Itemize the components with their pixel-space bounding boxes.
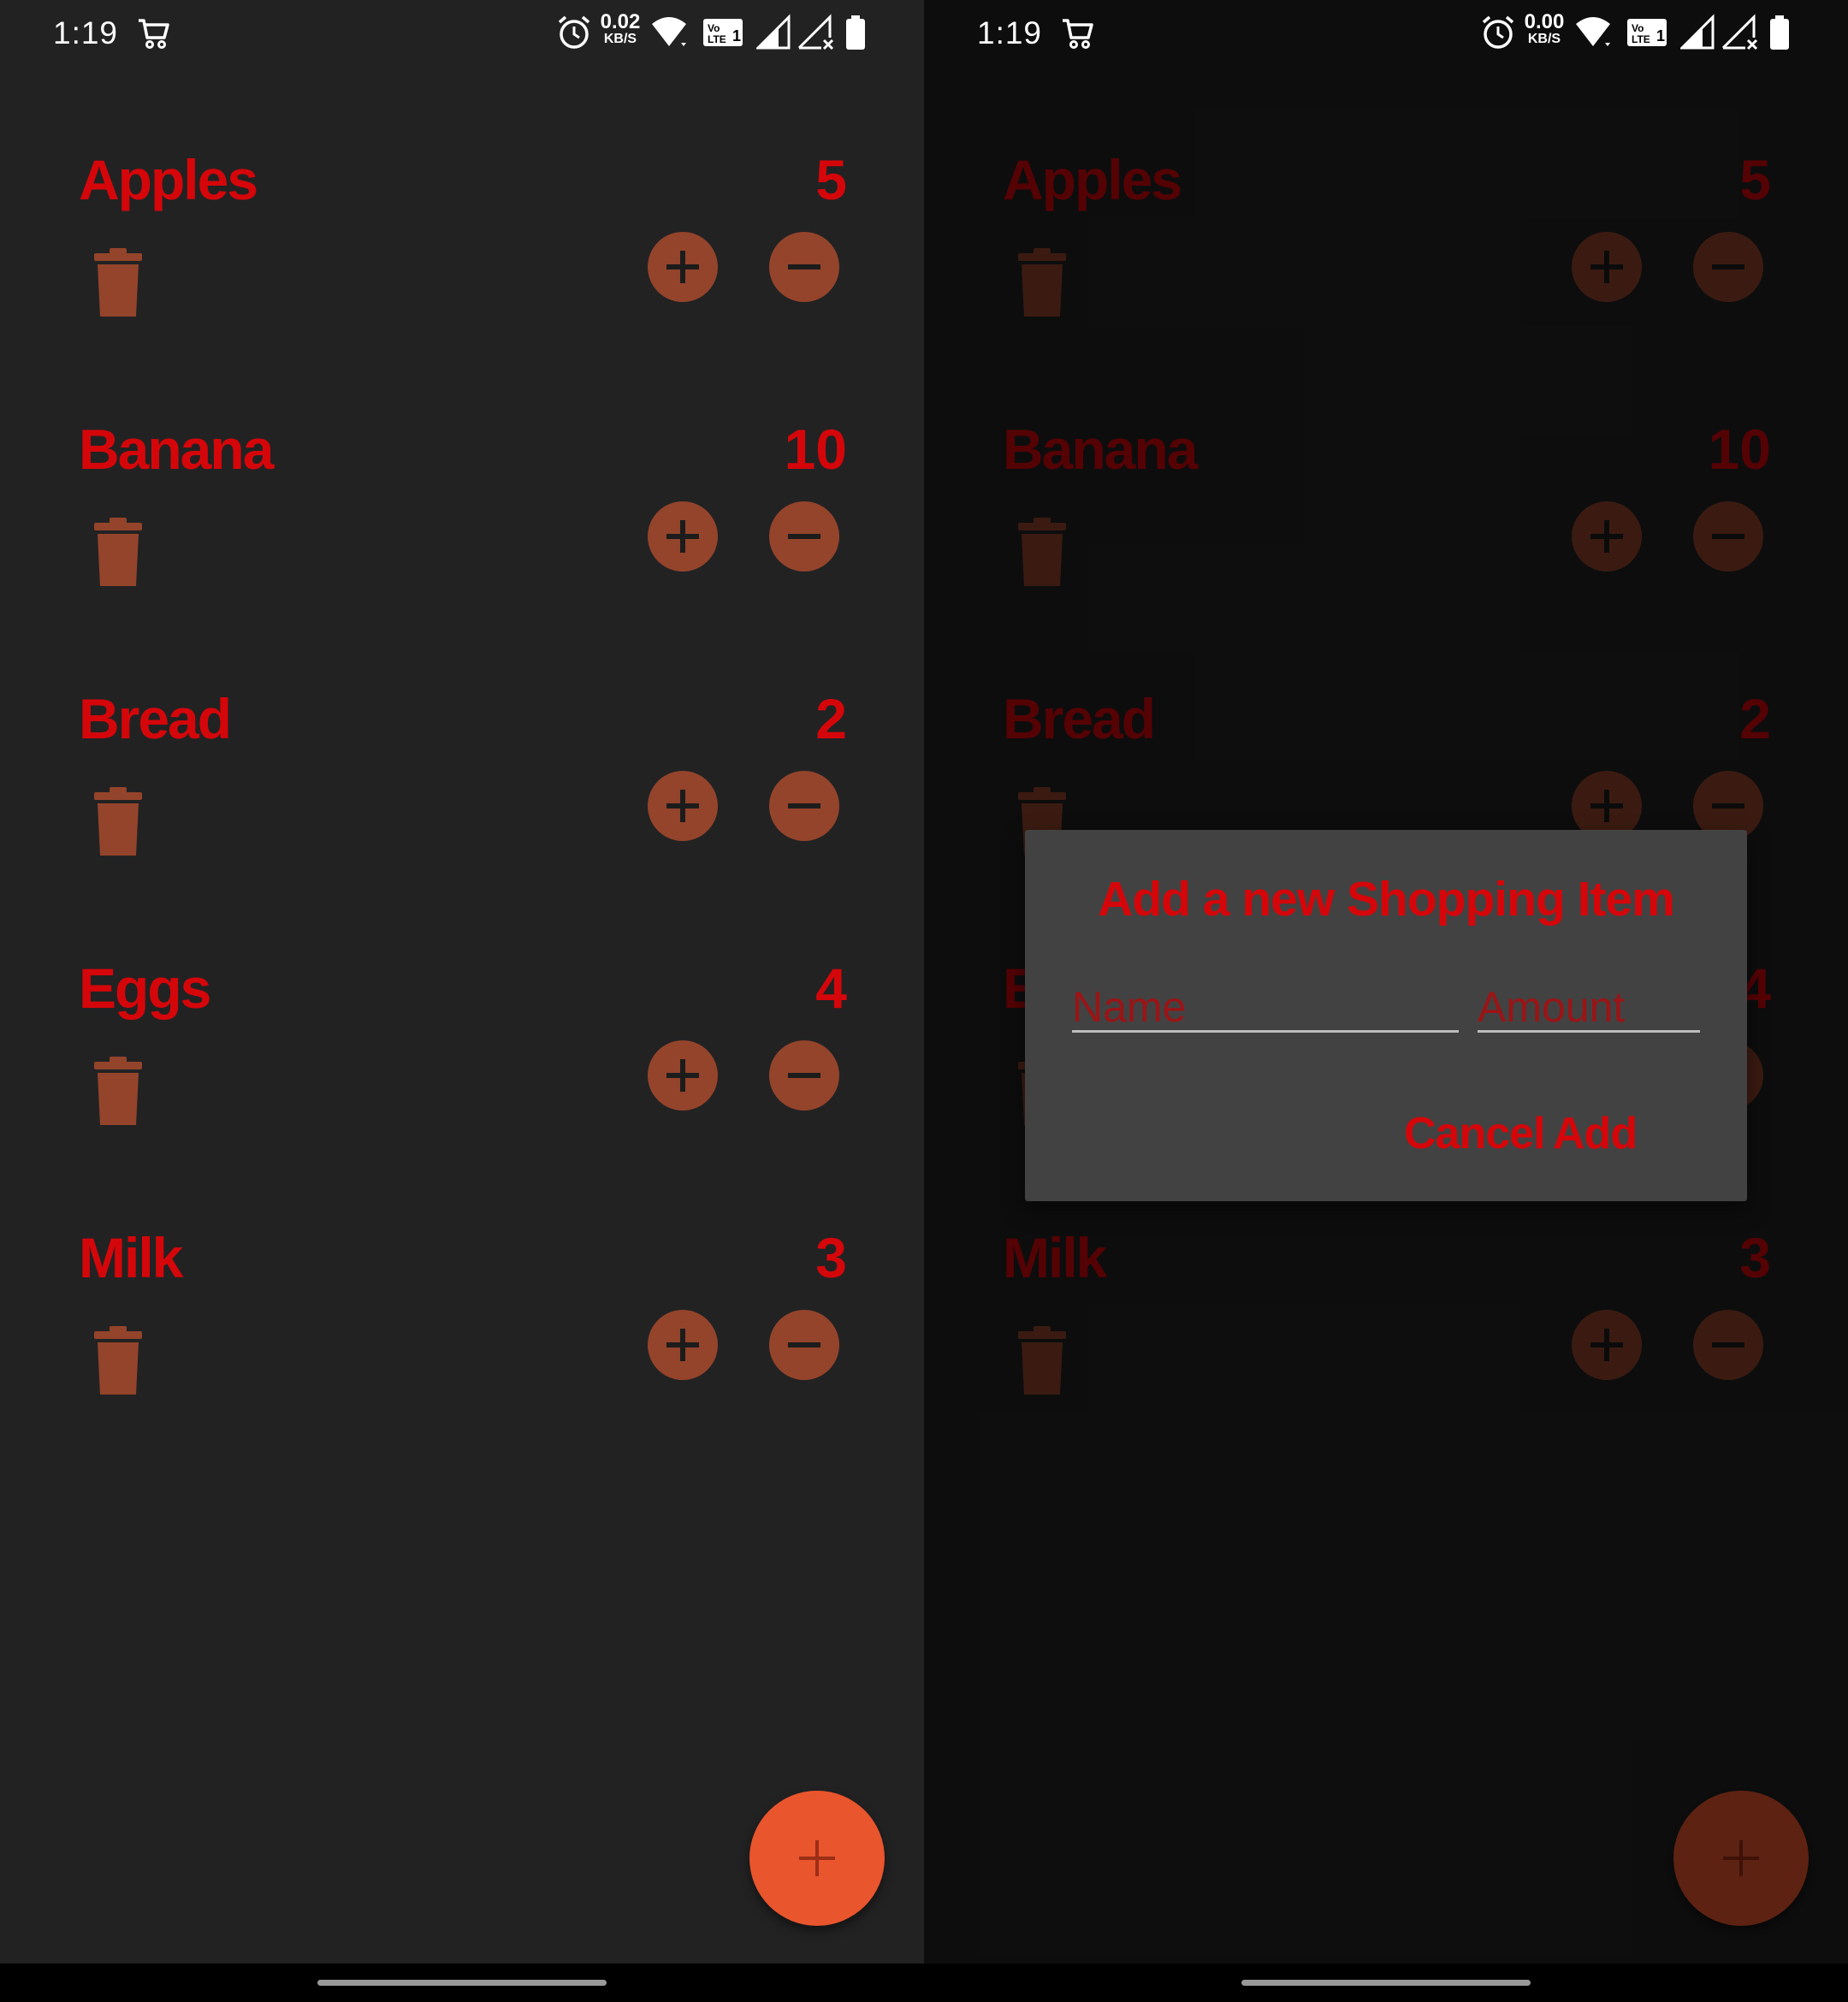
- item-name: Eggs: [79, 957, 211, 1020]
- decrease-button[interactable]: [769, 232, 839, 302]
- list-item: Apples 5: [0, 137, 924, 406]
- svg-text:LTE: LTE: [708, 33, 726, 45]
- add-item-fab[interactable]: [749, 1791, 885, 1926]
- increase-button[interactable]: [648, 1040, 718, 1111]
- alarm-icon: [1482, 15, 1514, 49]
- status-bar: 1:19 0.02 KB/S Vo LTE 1: [0, 0, 924, 68]
- add-item-dialog: Add a new Shopping Item Cancel Add: [1025, 830, 1747, 1201]
- minus-icon: [788, 803, 820, 808]
- item-amount: 3: [815, 1226, 847, 1289]
- delete-icon[interactable]: [94, 1326, 142, 1395]
- item-name: Banana: [79, 418, 274, 481]
- list-item: Milk 3: [0, 1215, 924, 1484]
- signal-icon: [1680, 14, 1715, 50]
- data-rate: 0.02 KB/S: [599, 12, 642, 46]
- svg-text:1: 1: [1656, 27, 1665, 44]
- add-button[interactable]: Add: [1553, 1108, 1638, 1159]
- data-rate-value: 0.02: [600, 10, 641, 33]
- item-name: Bread: [79, 687, 232, 750]
- home-gesture-handle[interactable]: [317, 1980, 607, 1986]
- minus-icon: [788, 264, 820, 270]
- list-item: Bread 2: [0, 676, 924, 945]
- plus-icon: [666, 251, 699, 283]
- shopping-cart-icon: [139, 19, 169, 49]
- status-time: 1:19: [977, 15, 1043, 50]
- shopping-list-screen: 1:19 0.02 KB/S Vo LTE 1 Apples 5 Banana …: [0, 0, 924, 2002]
- item-name: Milk: [79, 1226, 183, 1289]
- svg-text:Vo: Vo: [1632, 22, 1644, 34]
- item-amount: 5: [815, 148, 847, 211]
- list-item: Banana 10: [0, 406, 924, 676]
- wifi-icon: [652, 17, 686, 46]
- svg-text:Vo: Vo: [708, 22, 720, 34]
- minus-icon: [788, 534, 820, 539]
- list-item: Eggs 4: [0, 945, 924, 1215]
- increase-button[interactable]: [648, 1310, 718, 1380]
- volte-icon: Vo LTE 1: [1627, 19, 1667, 46]
- status-bar: 1:19 0.00 KB/S Vo LTE 1: [924, 0, 1848, 68]
- decrease-button[interactable]: [769, 1310, 839, 1380]
- navigation-bar: [0, 1964, 924, 2002]
- alarm-icon: [558, 15, 590, 49]
- name-field-container: [1072, 984, 1459, 1033]
- item-amount: 10: [784, 418, 847, 481]
- home-gesture-handle[interactable]: [1241, 1980, 1531, 1986]
- delete-icon[interactable]: [94, 787, 142, 856]
- svg-text:LTE: LTE: [1632, 33, 1650, 45]
- plus-icon: [666, 1329, 699, 1361]
- plus-icon: [666, 1059, 699, 1092]
- cancel-button[interactable]: Cancel: [1404, 1108, 1546, 1159]
- shopping-list-screen-with-dialog: Apples5Banana10Bread2Eggs4Milk3 1:19 0.0…: [924, 0, 1848, 2002]
- wifi-icon: [1576, 17, 1610, 46]
- item-name: Apples: [79, 148, 258, 211]
- minus-icon: [788, 1073, 820, 1078]
- signal-icon: [756, 14, 791, 50]
- delete-icon[interactable]: [94, 1057, 142, 1125]
- dialog-title: Add a new Shopping Item: [1098, 872, 1675, 927]
- minus-icon: [788, 1342, 820, 1348]
- signal-no-service-icon: [1721, 14, 1758, 50]
- battery-icon: [846, 15, 865, 50]
- plus-icon: [666, 520, 699, 553]
- increase-button[interactable]: [648, 232, 718, 302]
- status-time: 1:19: [53, 15, 119, 50]
- data-rate: 0.00 KB/S: [1523, 12, 1566, 46]
- decrease-button[interactable]: [769, 501, 839, 572]
- data-rate-unit: KB/S: [603, 32, 637, 46]
- delete-icon[interactable]: [94, 248, 142, 317]
- navigation-bar: [924, 1964, 1848, 2002]
- svg-text:1: 1: [732, 27, 741, 44]
- name-input[interactable]: [1072, 984, 1459, 1030]
- item-amount: 2: [815, 687, 847, 750]
- battery-icon: [1770, 15, 1789, 50]
- delete-icon[interactable]: [94, 518, 142, 586]
- signal-no-service-icon: [797, 14, 834, 50]
- decrease-button[interactable]: [769, 771, 839, 841]
- amount-input[interactable]: [1478, 984, 1700, 1030]
- increase-button[interactable]: [648, 501, 718, 572]
- item-amount: 4: [815, 957, 847, 1020]
- plus-icon: [799, 1840, 835, 1876]
- amount-field-container: [1478, 984, 1700, 1033]
- shopping-cart-icon: [1063, 19, 1093, 49]
- decrease-button[interactable]: [769, 1040, 839, 1111]
- increase-button[interactable]: [648, 771, 718, 841]
- volte-icon: Vo LTE 1: [703, 19, 743, 46]
- data-rate-unit: KB/S: [1527, 32, 1561, 46]
- data-rate-value: 0.00: [1524, 10, 1565, 33]
- plus-icon: [666, 790, 699, 822]
